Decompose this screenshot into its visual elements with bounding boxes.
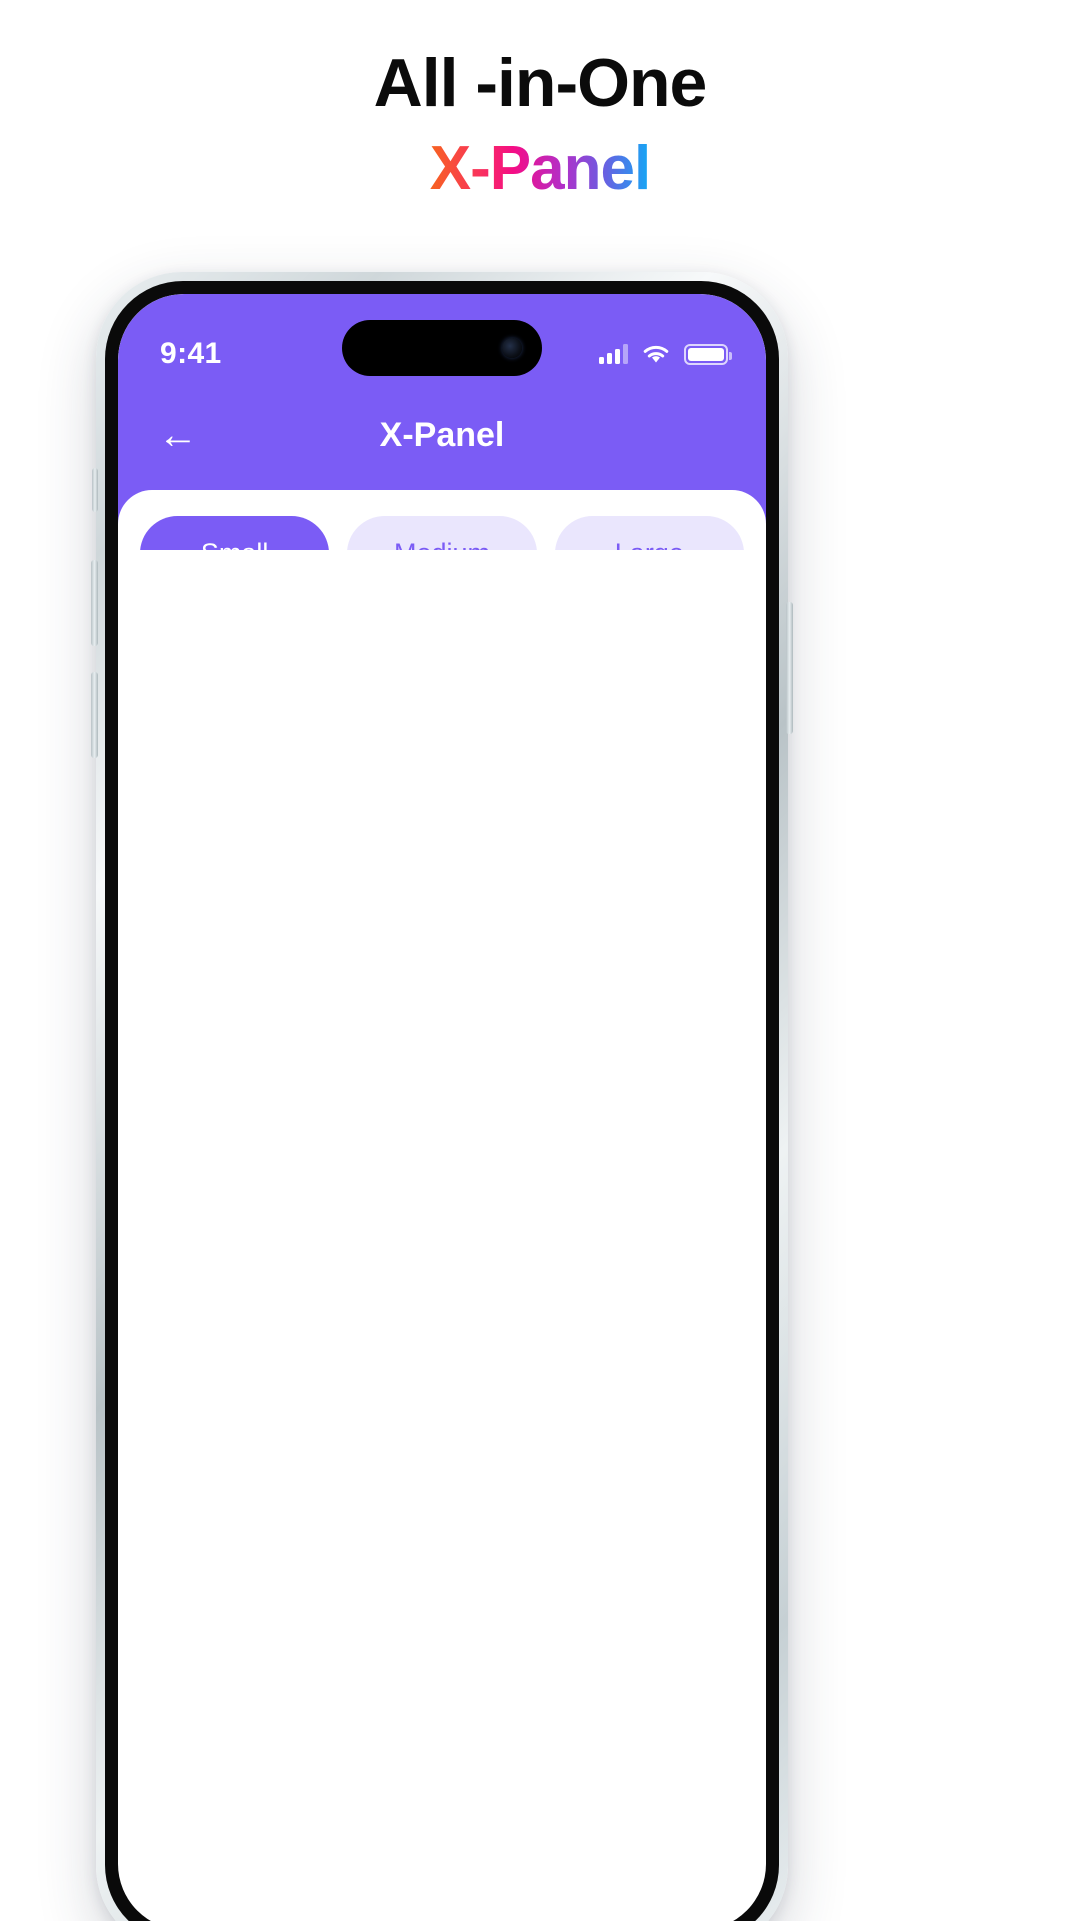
nav-title: X-Panel xyxy=(379,415,505,454)
signal-icon xyxy=(599,344,628,364)
size-segmented-control: Small Medium Large xyxy=(118,516,766,550)
back-button[interactable]: ← xyxy=(158,415,198,455)
status-icons xyxy=(599,343,732,365)
tab-small[interactable]: Small xyxy=(140,516,330,550)
status-time: 9:41 xyxy=(160,337,222,370)
battery-icon xyxy=(684,343,732,365)
app-promo-page: All -in-One X-Panel 9:41 ← X-Panel xyxy=(0,0,1080,1921)
page-title: All -in-One xyxy=(373,45,708,121)
tab-medium[interactable]: Medium xyxy=(347,516,537,550)
phone-screen: 9:41 ← X-Panel xyxy=(118,294,766,1921)
wifi-icon xyxy=(642,344,670,365)
dynamic-island xyxy=(342,320,542,376)
page-subtitle: X-Panel xyxy=(429,134,651,204)
phone-bezel: 9:41 ← X-Panel xyxy=(105,281,779,1921)
phone-mockup: 9:41 ← X-Panel xyxy=(91,272,793,1921)
tab-large[interactable]: Large xyxy=(554,516,744,550)
nav-bar: ← X-Panel xyxy=(118,380,766,476)
volume-down-button[interactable] xyxy=(91,672,98,758)
hero-block: All -in-One X-Panel xyxy=(0,45,1080,204)
power-button[interactable] xyxy=(786,602,793,734)
volume-up-button[interactable] xyxy=(91,560,98,646)
mute-switch[interactable] xyxy=(92,468,98,512)
app-header: 9:41 ← X-Panel xyxy=(118,294,766,550)
content-sheet: Small Medium Large X-Panel xyxy=(118,490,766,550)
